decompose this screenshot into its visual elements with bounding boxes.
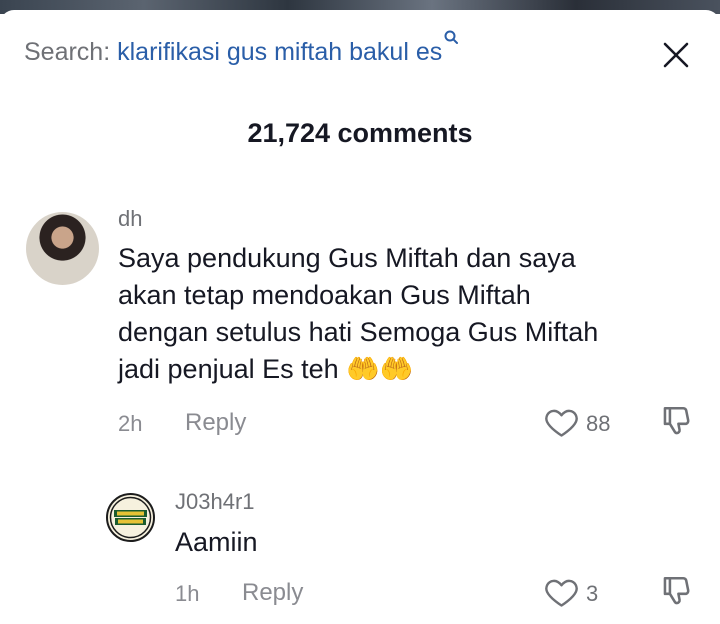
- comment-text-line: Saya pendukung Gus Miftah dan saya: [118, 243, 576, 273]
- comment-text: Saya pendukung Gus Miftah dan saya akan …: [118, 240, 598, 388]
- comment-text-line: akan tetap mendoakan Gus Miftah: [118, 280, 531, 310]
- comment-text-line: jadi penjual Es teh 🤲🤲: [118, 354, 414, 384]
- comment-time: 1h: [175, 581, 200, 606]
- like-count: 3: [586, 581, 599, 606]
- comment-username[interactable]: dh: [118, 206, 142, 232]
- reply-button[interactable]: Reply: [185, 409, 246, 437]
- search-prefix: Search:: [24, 38, 118, 66]
- comment-text: Aamiin: [175, 527, 258, 557]
- heart-icon[interactable]: [543, 574, 580, 610]
- avatar[interactable]: [106, 493, 155, 542]
- search-query[interactable]: klarifikasi gus miftah bakul es: [117, 38, 442, 66]
- comment-username[interactable]: J03h4r1: [175, 489, 255, 515]
- reply-button[interactable]: Reply: [242, 579, 303, 607]
- dislike-icon[interactable]: [660, 403, 694, 439]
- logo-icon: [109, 496, 152, 539]
- comment-text-line: dengan setulus hati Semoga Gus Miftah: [118, 317, 599, 347]
- comment-time: 2h: [118, 411, 143, 436]
- avatar[interactable]: [26, 212, 99, 285]
- comments-count: 21,724 comments: [247, 118, 473, 148]
- like-count: 88: [586, 411, 611, 436]
- dislike-icon[interactable]: [660, 573, 694, 609]
- close-icon[interactable]: [661, 40, 691, 70]
- search-icon[interactable]: [444, 30, 459, 44]
- heart-icon[interactable]: [543, 404, 580, 440]
- search-bar[interactable]: Search: klarifikasi gus miftah bakul es: [24, 30, 459, 67]
